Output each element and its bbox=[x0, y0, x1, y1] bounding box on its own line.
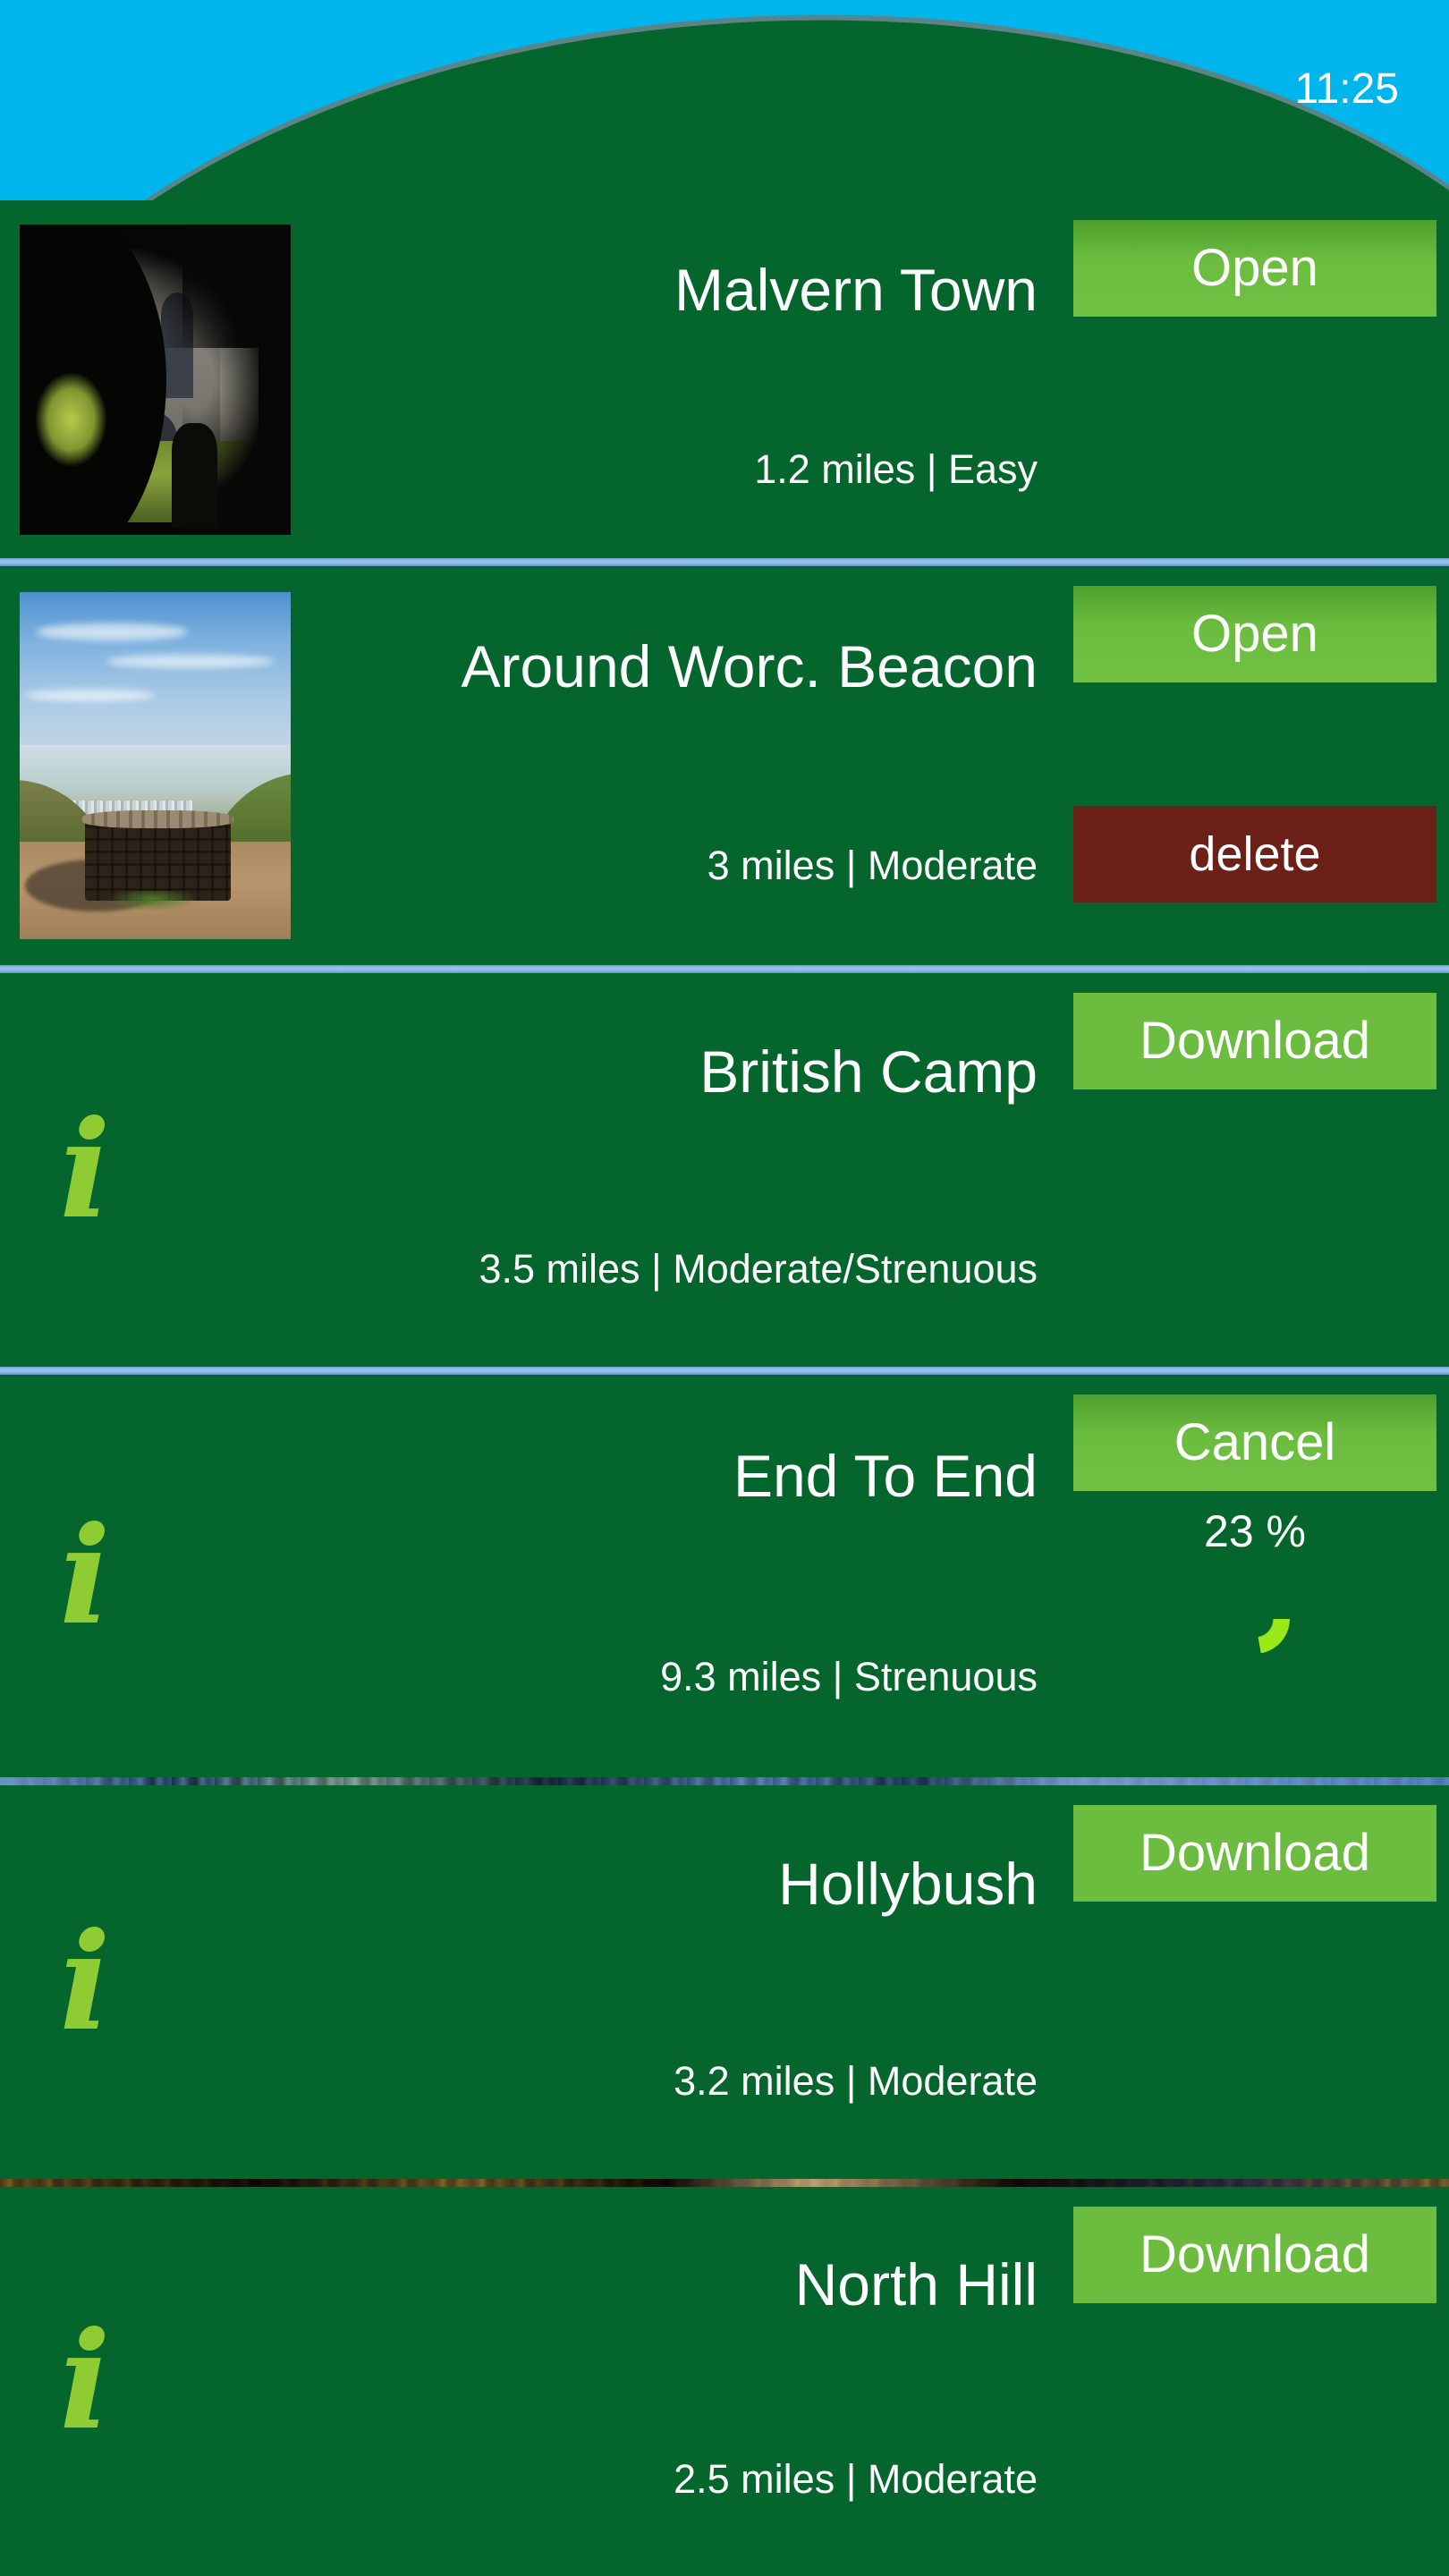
list-separator bbox=[0, 558, 1449, 566]
walk-meta: 1.2 miles | Easy bbox=[754, 445, 1038, 492]
download-progress: 23 % bbox=[1073, 1509, 1436, 1654]
info-icon[interactable]: i bbox=[60, 1103, 111, 1237]
list-separator bbox=[0, 1367, 1449, 1375]
cancel-button[interactable]: Cancel bbox=[1073, 1394, 1436, 1491]
walk-title: British Camp bbox=[699, 1038, 1038, 1105]
walk-title: Hollybush bbox=[778, 1851, 1038, 1917]
walk-info-cell[interactable]: i bbox=[0, 1375, 295, 1777]
walk-actions: Download bbox=[1073, 2187, 1449, 2576]
walk-meta-cell: 2.5 miles | Moderate bbox=[295, 2382, 1073, 2576]
delete-button[interactable]: delete bbox=[1073, 806, 1436, 902]
download-button[interactable]: Download bbox=[1073, 1805, 1436, 1902]
walk-info-cell[interactable]: i bbox=[0, 1785, 295, 2179]
download-button[interactable]: Download bbox=[1073, 2207, 1436, 2303]
walk-meta-cell: 1.2 miles | Easy bbox=[295, 379, 1073, 558]
list-item[interactable]: Around Worc. Beacon 3 miles | Moderate O… bbox=[0, 566, 1449, 965]
walk-thumbnail bbox=[20, 224, 291, 535]
list-separator bbox=[0, 1777, 1449, 1785]
info-icon[interactable]: i bbox=[60, 1915, 111, 2049]
walks-list: Malvern Town 1.2 miles | Easy Open Aroun… bbox=[0, 200, 1449, 2576]
walk-title: Around Worc. Beacon bbox=[461, 632, 1038, 699]
walk-title-cell: End To End bbox=[295, 1375, 1073, 1576]
walk-title: End To End bbox=[733, 1442, 1038, 1509]
progress-spinner-icon bbox=[1220, 1584, 1290, 1654]
app-root: Malverns Walks 11:25 bbox=[0, 0, 1449, 2576]
app-header: Malverns Walks 11:25 bbox=[0, 0, 1449, 200]
open-button[interactable]: Open bbox=[1073, 586, 1436, 682]
walk-meta: 2.5 miles | Moderate bbox=[674, 2455, 1038, 2502]
walk-title-cell: Malvern Town bbox=[295, 200, 1073, 379]
progress-percent-label: 23 % bbox=[1204, 1506, 1306, 1556]
list-separator bbox=[0, 965, 1449, 973]
list-item[interactable]: i British Camp 3.5 miles | Moderate/Stre… bbox=[0, 973, 1449, 1367]
list-item[interactable]: i Hollybush 3.2 miles | Moderate Downloa… bbox=[0, 1785, 1449, 2179]
list-separator bbox=[0, 2179, 1449, 2187]
walk-actions: Open delete bbox=[1073, 566, 1449, 965]
walk-title-cell: British Camp bbox=[295, 973, 1073, 1170]
walk-meta: 3.2 miles | Moderate bbox=[674, 2057, 1038, 2104]
open-button[interactable]: Open bbox=[1073, 220, 1436, 317]
walk-title-cell: Hollybush bbox=[295, 1785, 1073, 1982]
list-item[interactable]: i End To End 9.3 miles | Strenuous Cance… bbox=[0, 1375, 1449, 1777]
list-item[interactable]: i North Hill 2.5 miles | Moderate Downlo… bbox=[0, 2187, 1449, 2576]
walk-meta: 9.3 miles | Strenuous bbox=[660, 1654, 1038, 1699]
walk-thumbnail-cell bbox=[0, 566, 295, 965]
walk-meta-cell: 3.5 miles | Moderate/Strenuous bbox=[295, 1170, 1073, 1367]
list-item[interactable]: Malvern Town 1.2 miles | Easy Open bbox=[0, 200, 1449, 558]
walk-title: Malvern Town bbox=[674, 257, 1038, 323]
info-icon[interactable]: i bbox=[60, 1509, 111, 1643]
walk-meta-cell: 9.3 miles | Strenuous bbox=[295, 1576, 1073, 1777]
walk-info-cell[interactable]: i bbox=[0, 973, 295, 1367]
walk-meta: 3 miles | Moderate bbox=[707, 843, 1038, 888]
walk-thumbnail bbox=[20, 592, 291, 939]
walk-info-cell[interactable]: i bbox=[0, 2187, 295, 2576]
walk-meta-cell: 3.2 miles | Moderate bbox=[295, 1982, 1073, 2179]
walk-actions: Download bbox=[1073, 1785, 1449, 2179]
walk-actions: Cancel 23 % bbox=[1073, 1375, 1449, 1777]
walk-actions: Open bbox=[1073, 200, 1449, 558]
walk-actions: Download bbox=[1073, 973, 1449, 1367]
download-button[interactable]: Download bbox=[1073, 993, 1436, 1089]
status-bar-clock: 11:25 bbox=[1294, 65, 1399, 113]
walk-title: North Hill bbox=[794, 2250, 1038, 2318]
walk-thumbnail-cell bbox=[0, 200, 295, 558]
walk-title-cell: Around Worc. Beacon bbox=[295, 566, 1073, 766]
info-icon[interactable]: i bbox=[60, 2314, 111, 2448]
walk-title-cell: North Hill bbox=[295, 2187, 1073, 2382]
walk-meta: 3.5 miles | Moderate/Strenuous bbox=[479, 1245, 1038, 1292]
walk-meta-cell: 3 miles | Moderate bbox=[295, 766, 1073, 965]
